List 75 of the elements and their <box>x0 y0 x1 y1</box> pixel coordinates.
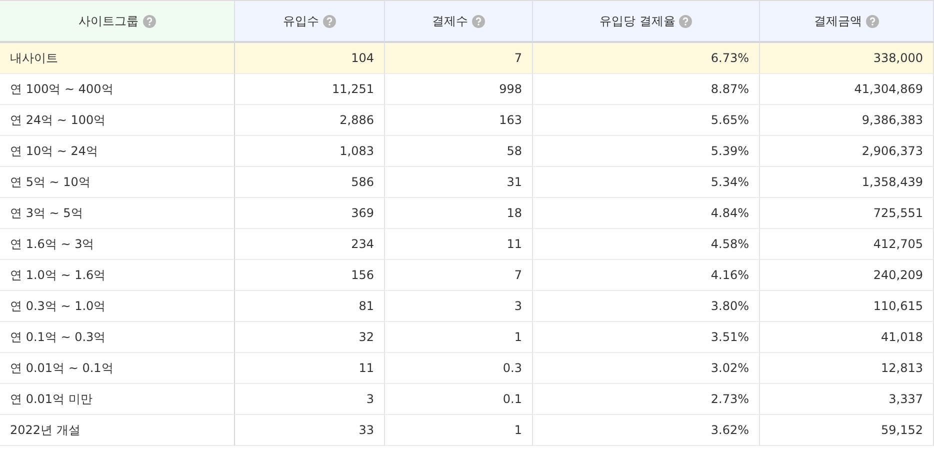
table-cell: 7 <box>385 260 533 291</box>
table-cell: 2.73% <box>533 384 760 415</box>
table-cell: 연 5억 ~ 10억 <box>0 167 235 198</box>
help-icon[interactable] <box>866 14 879 28</box>
table-cell: 81 <box>235 291 385 322</box>
table-cell: 8.87% <box>533 74 760 105</box>
table-cell: 33 <box>235 415 385 446</box>
table-cell: 998 <box>385 74 533 105</box>
table-cell: 58 <box>385 136 533 167</box>
table-cell: 9,386,383 <box>760 105 934 136</box>
table-cell: 41,304,869 <box>760 74 934 105</box>
table-cell: 연 0.01억 미만 <box>0 384 235 415</box>
table-cell: 110,615 <box>760 291 934 322</box>
table-cell: 3 <box>235 384 385 415</box>
table-cell: 3.80% <box>533 291 760 322</box>
table-cell: 18 <box>385 198 533 229</box>
table-cell: 412,705 <box>760 229 934 260</box>
help-icon[interactable] <box>142 14 156 28</box>
table-cell: 1 <box>385 415 533 446</box>
table-cell: 0.1 <box>385 384 533 415</box>
table-cell: 1,358,439 <box>760 167 934 198</box>
table-cell: 연 100억 ~ 400억 <box>0 74 235 105</box>
help-icon[interactable] <box>472 14 485 28</box>
table-cell: 연 24억 ~ 100억 <box>0 105 235 136</box>
table-cell: 6.73% <box>533 43 760 74</box>
table-cell: 11 <box>235 353 385 384</box>
column-title: 사이트그룹 <box>78 12 138 30</box>
table-cell: 연 0.3억 ~ 1.0억 <box>0 291 235 322</box>
table-cell: 3.62% <box>533 415 760 446</box>
table-cell: 5.34% <box>533 167 760 198</box>
table-cell: 3 <box>385 291 533 322</box>
table-cell: 5.65% <box>533 105 760 136</box>
table-cell: 163 <box>385 105 533 136</box>
table-cell: 3,337 <box>760 384 934 415</box>
table-cell: 연 0.1억 ~ 0.3억 <box>0 322 235 353</box>
table-cell: 연 1.6억 ~ 3억 <box>0 229 235 260</box>
table-cell: 2022년 개설 <box>0 415 235 446</box>
table-cell: 59,152 <box>760 415 934 446</box>
table-cell: 104 <box>235 43 385 74</box>
table-cell: 11 <box>385 229 533 260</box>
table-cell: 369 <box>235 198 385 229</box>
table-cell: 내사이트 <box>0 43 235 74</box>
table-cell: 연 0.01억 ~ 0.1억 <box>0 353 235 384</box>
table-cell: 7 <box>385 43 533 74</box>
help-icon[interactable] <box>323 14 336 28</box>
table-cell: 연 1.0억 ~ 1.6억 <box>0 260 235 291</box>
table-cell: 11,251 <box>235 74 385 105</box>
column-title: 결제수 <box>432 12 468 30</box>
table-cell: 12,813 <box>760 353 934 384</box>
table-cell: 338,000 <box>760 43 934 74</box>
table-cell: 4.58% <box>533 229 760 260</box>
table-cell: 2,906,373 <box>760 136 934 167</box>
table-cell: 41,018 <box>760 322 934 353</box>
table-cell: 31 <box>385 167 533 198</box>
table-cell: 연 3억 ~ 5억 <box>0 198 235 229</box>
table-cell: 연 10억 ~ 24억 <box>0 136 235 167</box>
table-cell: 32 <box>235 322 385 353</box>
table-cell: 3.02% <box>533 353 760 384</box>
column-title: 결제금액 <box>814 12 862 30</box>
column-title: 유입수 <box>283 12 319 30</box>
table-cell: 1 <box>385 322 533 353</box>
table-cell: 725,551 <box>760 198 934 229</box>
table-cell: 5.39% <box>533 136 760 167</box>
table-cell: 234 <box>235 229 385 260</box>
table-cell: 586 <box>235 167 385 198</box>
table-cell: 240,209 <box>760 260 934 291</box>
help-icon[interactable] <box>679 14 692 28</box>
table-cell: 4.16% <box>533 260 760 291</box>
table-cell: 2,886 <box>235 105 385 136</box>
table-cell: 0.3 <box>385 353 533 384</box>
table-cell: 4.84% <box>533 198 760 229</box>
table-cell: 1,083 <box>235 136 385 167</box>
table-cell: 156 <box>235 260 385 291</box>
table-cell: 3.51% <box>533 322 760 353</box>
column-title: 유입당 결제율 <box>600 12 676 30</box>
